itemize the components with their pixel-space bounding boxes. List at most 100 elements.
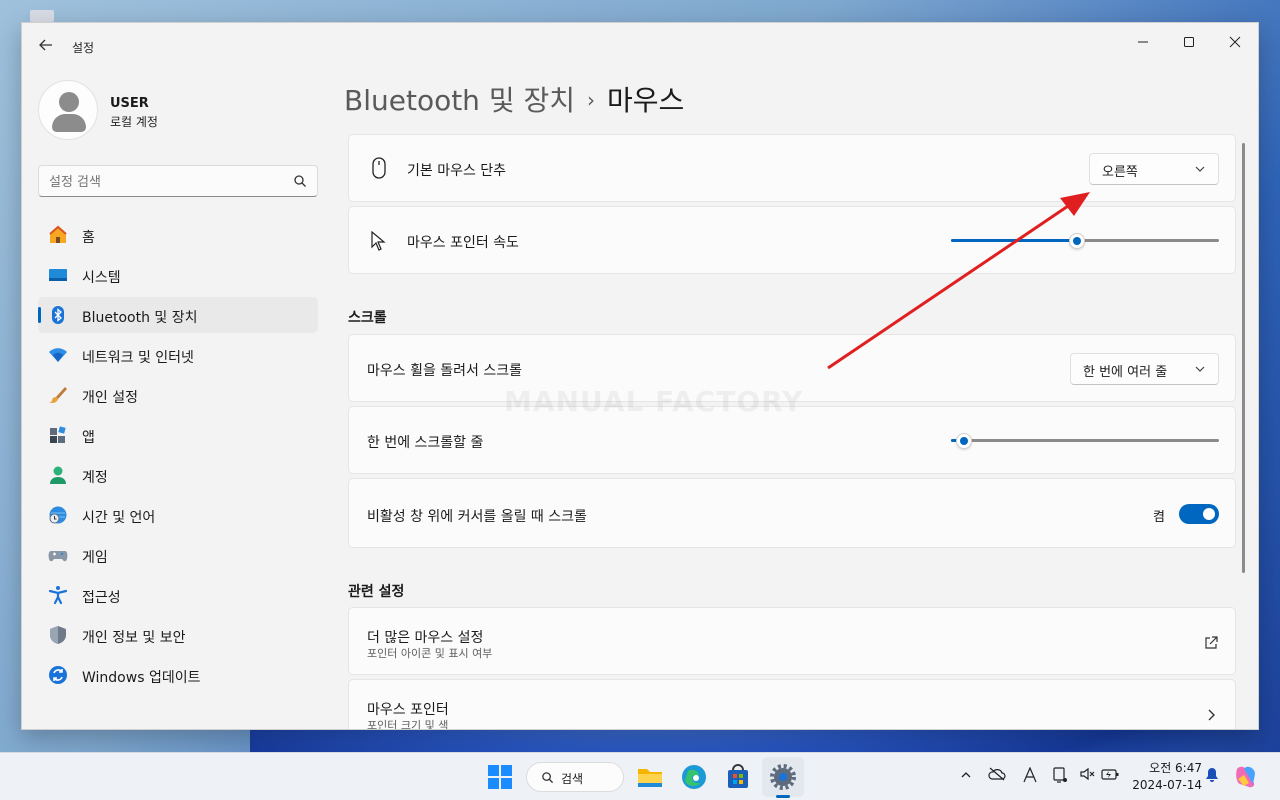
system-icon	[49, 269, 67, 281]
settings-window: 설정 USER 로컬 계정 홈 시스템	[21, 22, 1259, 730]
breadcrumb: Bluetooth 및 장치 › 마우스	[344, 79, 684, 119]
toggle-knob	[1203, 508, 1215, 520]
sidebar-item-bluetooth[interactable]: Bluetooth 및 장치	[38, 297, 318, 333]
breadcrumb-separator: ›	[587, 88, 596, 112]
inactive-scroll-label: 비활성 창 위에 커서를 올릴 때 스크롤	[367, 509, 587, 525]
sidebar-item-label: 개인 설정	[82, 390, 138, 406]
sidebar-item-label: 시간 및 언어	[82, 510, 156, 526]
primary-button-label: 기본 마우스 단추	[407, 163, 507, 179]
sidebar-item-label: 접근성	[82, 590, 121, 606]
sidebar-item-home[interactable]: 홈	[38, 217, 318, 253]
sidebar-item-system[interactable]: 시스템	[38, 257, 318, 293]
wheel-scroll-dropdown[interactable]: 한 번에 여러 줄	[1070, 353, 1219, 385]
minimize-icon	[1138, 41, 1148, 43]
sidebar-item-gaming[interactable]: 게임	[38, 537, 318, 573]
chevron-down-icon	[1195, 166, 1205, 172]
pointer-icon	[371, 230, 386, 251]
globe-clock-icon	[49, 506, 67, 524]
edge-browser-icon[interactable]	[678, 761, 710, 793]
search-input[interactable]	[49, 172, 279, 192]
pointer-speed-card: 마우스 포인터 속도	[348, 206, 1236, 274]
sidebar-item-personalization[interactable]: 개인 설정	[38, 377, 318, 413]
language-icon[interactable]	[1020, 766, 1040, 787]
profile-name: USER	[110, 96, 149, 111]
pointer-speed-label: 마우스 포인터 속도	[407, 235, 519, 251]
file-explorer-icon[interactable]	[634, 761, 666, 793]
update-icon	[49, 666, 67, 684]
slider-thumb[interactable]	[1068, 233, 1085, 249]
wheel-scroll-value: 한 번에 여러 줄	[1083, 365, 1168, 380]
device-icon[interactable]	[1050, 767, 1070, 787]
notification-bell-icon[interactable]	[1202, 767, 1222, 787]
start-button-icon[interactable]	[484, 761, 516, 793]
gamepad-icon	[48, 551, 68, 562]
sidebar-item-label: 시스템	[82, 270, 121, 286]
inactive-scroll-toggle[interactable]	[1179, 504, 1219, 524]
network-icon	[49, 348, 67, 362]
back-arrow-icon	[39, 39, 52, 51]
desktop-icon[interactable]	[30, 10, 54, 22]
taskbar-clock[interactable]: 오전 6:47 2024-07-14	[1126, 760, 1202, 794]
sidebar-item-apps[interactable]: 앱	[38, 417, 318, 453]
related-section-title: 관련 설정	[348, 584, 405, 600]
minimize-button[interactable]	[1120, 29, 1166, 59]
more-mouse-settings-card[interactable]: 더 많은 마우스 설정 포인터 아이콘 및 표시 여부	[348, 607, 1236, 675]
chevron-up-icon[interactable]	[956, 767, 976, 787]
toggle-state-label: 켬	[1153, 510, 1165, 525]
sidebar-item-label: 앱	[82, 430, 95, 446]
back-button[interactable]	[36, 37, 56, 57]
bluetooth-icon	[52, 306, 64, 324]
active-app-indicator	[776, 795, 790, 798]
sidebar-item-time-language[interactable]: 시간 및 언어	[38, 497, 318, 533]
more-mouse-settings-sub: 포인터 아이콘 및 표시 여부	[367, 647, 493, 660]
mouse-pointer-card[interactable]: 마우스 포인터 포인터 크기 및 색	[348, 679, 1236, 730]
sidebar-item-accessibility[interactable]: 접근성	[38, 577, 318, 613]
close-button[interactable]	[1212, 29, 1258, 59]
taskbar-search-label: 검색	[561, 772, 584, 786]
sidebar-item-label: Bluetooth 및 장치	[82, 310, 198, 326]
lines-per-scroll-slider[interactable]	[951, 431, 1219, 451]
search-icon[interactable]	[293, 174, 307, 188]
scrollbar[interactable]	[1242, 143, 1245, 573]
sidebar-item-accounts[interactable]: 계정	[38, 457, 318, 493]
sidebar-item-privacy[interactable]: 개인 정보 및 보안	[38, 617, 318, 653]
battery-icon[interactable]	[1100, 767, 1120, 787]
slider-track	[951, 439, 1219, 442]
settings-search[interactable]	[38, 165, 318, 197]
maximize-icon	[1184, 37, 1194, 47]
shield-icon	[50, 626, 66, 644]
scroll-section-title: 스크롤	[348, 310, 387, 326]
sidebar-item-label: 게임	[82, 550, 108, 566]
primary-button-value: 오른쪽	[1102, 165, 1138, 180]
external-link-icon	[1205, 636, 1218, 649]
speaker-muted-icon[interactable]	[1078, 767, 1098, 787]
breadcrumb-parent[interactable]: Bluetooth 및 장치	[344, 84, 575, 117]
page-title: 마우스	[607, 84, 685, 117]
store-icon[interactable]	[722, 761, 754, 793]
brush-icon	[49, 387, 67, 403]
sidebar-item-windows-update[interactable]: Windows 업데이트	[38, 657, 318, 693]
more-mouse-settings-label: 더 많은 마우스 설정	[367, 630, 484, 646]
sidebar-item-network[interactable]: 네트워크 및 인터넷	[38, 337, 318, 373]
mouse-pointer-label: 마우스 포인터	[367, 702, 449, 718]
primary-button-dropdown[interactable]: 오른쪽	[1089, 153, 1219, 185]
watermark: MANUAL FACTORY	[504, 385, 804, 418]
taskbar-search[interactable]: 검색	[526, 762, 624, 792]
mouse-pointer-sub: 포인터 크기 및 색	[367, 719, 449, 730]
slider-thumb[interactable]	[956, 433, 973, 449]
title-bar: 설정	[22, 23, 1258, 69]
account-icon	[50, 466, 66, 484]
settings-app-icon[interactable]	[767, 761, 799, 793]
chevron-right-icon	[1208, 709, 1215, 721]
home-icon	[49, 225, 67, 243]
clock-time: 오전 6:47	[1149, 761, 1202, 775]
sidebar-nav: 홈 시스템 Bluetooth 및 장치 네트워크 및 인터넷 개인 설정 앱 …	[38, 217, 318, 697]
sidebar-item-label: Windows 업데이트	[82, 670, 201, 686]
chevron-down-icon	[1195, 366, 1205, 372]
cloud-offline-icon[interactable]	[987, 767, 1007, 787]
pointer-speed-slider[interactable]	[951, 231, 1219, 251]
maximize-button[interactable]	[1166, 29, 1212, 59]
accessibility-icon	[48, 586, 68, 605]
taskbar: 검색 오전 6:47 2024-07-14	[0, 752, 1280, 800]
copilot-icon[interactable]	[1232, 763, 1260, 791]
